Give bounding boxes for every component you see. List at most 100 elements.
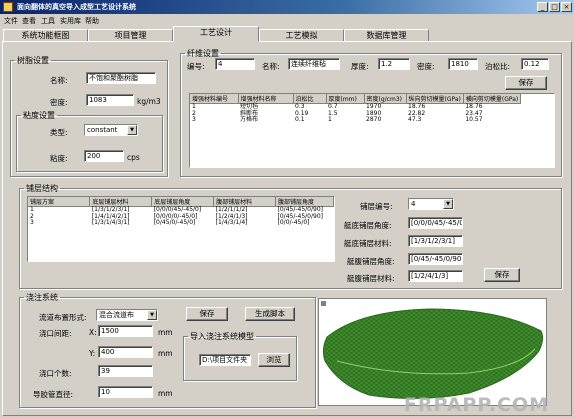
viewport-corner-marker (321, 301, 326, 306)
hull-mesh-graphic (321, 301, 544, 400)
title-bar: 面向翻体的真空导入成型工艺设计系统 _ □ × (0, 0, 574, 14)
table-cell: 1 (30, 206, 34, 213)
belly-angle-input[interactable]: [0/45/-45/0/90] (408, 253, 463, 265)
table-cell: [1/3/1/4/3/1] (91, 219, 130, 226)
ply-table-grid: 铺层方案 底层铺层材料 底层铺层角度 腹部铺层材料 腹部铺层角度 1 [1/3/1… (28, 197, 334, 227)
chevron-down-icon[interactable]: ▼ (443, 199, 453, 209)
bottom-material-label: 艇底铺层材料: (344, 239, 392, 248)
hull-shape (322, 308, 544, 400)
viscosity-label: 粘度: (50, 154, 68, 163)
fiber-density-input[interactable]: 1810 (448, 58, 478, 70)
fiber-id-label: 编号: (187, 62, 205, 71)
belly-angle-label: 艇腹铺层角度: (347, 257, 395, 266)
ply-id-value: 4 (411, 200, 416, 208)
tube-diameter-input[interactable]: 10 (98, 386, 153, 398)
fiber-table-grid: 增强材料编号 增强材料名称 泊松比 厚度(mm) 密度(g/cm3) 纵向剪切模… (190, 94, 522, 124)
viscosity-type-value: constant (87, 126, 118, 134)
menu-file[interactable]: 文件 (4, 16, 18, 26)
menu-bar: 文件 查看 工具 实用库 帮助 (0, 14, 574, 26)
resin-density-input[interactable]: 1083 (86, 94, 134, 106)
chevron-down-icon[interactable]: ▼ (147, 310, 157, 320)
fiber-id-input[interactable]: 4 (215, 58, 255, 70)
generate-script-button[interactable]: 生成脚本 (245, 307, 295, 321)
bottom-angle-label: 艇底铺层角度: (344, 221, 392, 230)
table-cell: 0.1 (295, 116, 305, 123)
resin-name-input[interactable]: 不饱和聚酯树脂 (86, 72, 156, 84)
fiber-thickness-label: 厚度: (351, 62, 369, 71)
gate-y-unit: mm (158, 349, 173, 358)
ply-id-select[interactable]: 4 ▼ (408, 198, 454, 210)
fiber-table: 增强材料编号 增强材料名称 泊松比 厚度(mm) 密度(g/cm3) 纵向剪切模… (189, 93, 555, 168)
gate-count-input[interactable]: 39 (98, 365, 153, 377)
viscosity-settings-legend: 粘度设置 (23, 111, 55, 120)
table-cell: 1 (192, 103, 196, 110)
channel-layout-label: 流道布置形式: (39, 313, 87, 322)
fiber-save-button[interactable]: 保存 (505, 76, 547, 90)
table-cell: [0/0/-45/0] (277, 219, 310, 226)
bottom-material-input[interactable]: [1/3/1/2/3/1] (408, 235, 463, 247)
ply-save-button[interactable]: 保存 (484, 268, 520, 282)
column-header[interactable]: 增强材料编号 (190, 94, 239, 104)
viscosity-type-select[interactable]: constant ▼ (84, 124, 138, 136)
channel-layout-select[interactable]: 混合流道布 ▼ (96, 309, 158, 321)
table-cell: 10.57 (465, 116, 483, 123)
fiber-name-label: 名称: (262, 62, 280, 71)
gate-spacing-label: 浇口间距: (39, 329, 72, 338)
viscosity-unit: cps (127, 153, 140, 162)
ply-structure-legend: 铺层结构 (26, 184, 58, 193)
gate-x-unit: mm (158, 328, 173, 337)
mesh-viewport[interactable] (318, 298, 547, 406)
app-icon (3, 2, 13, 12)
fiber-poisson-input[interactable]: 0.12 (521, 58, 549, 70)
flow-save-button[interactable]: 保存 (186, 307, 228, 321)
gate-x-label: X: (89, 328, 97, 337)
belly-material-label: 艇腹铺层材料: (347, 274, 395, 283)
channel-layout-value: 混合流道布 (99, 311, 134, 319)
table-cell: [1/4/3/1/4] (215, 219, 248, 226)
maximize-button[interactable]: □ (549, 2, 560, 12)
tube-diameter-unit: mm (158, 389, 173, 398)
bottom-angle-input[interactable]: [0/0/0/45/-45/0] (408, 217, 463, 229)
chevron-down-icon[interactable]: ▼ (127, 125, 137, 135)
browse-button[interactable]: 浏览 (258, 353, 290, 367)
resin-density-unit: kg/m3 (137, 97, 161, 106)
ply-table: 铺层方案 底层铺层材料 底层铺层角度 腹部铺层材料 腹部铺层角度 1 [1/3/1… (27, 196, 335, 262)
table-cell: 3 (192, 116, 196, 123)
resin-name-label: 名称: (50, 76, 68, 85)
table-cell: 方格布 (240, 116, 259, 123)
model-path-input[interactable]: D:\项目文件夹 (199, 354, 251, 366)
table-row[interactable]: 3 方格布 0.1 1 2870 47.3 10.57 (190, 116, 521, 124)
import-model-legend: 导入浇注系统模型 (190, 332, 254, 341)
menu-help[interactable]: 帮助 (85, 16, 99, 26)
fiber-name-input[interactable]: 连续纤维毡 (288, 58, 340, 70)
ply-id-label: 铺层编号: (360, 202, 393, 211)
minimize-button[interactable]: _ (537, 2, 548, 12)
table-cell: 2870 (366, 116, 382, 123)
watermark: FRPAPP.COM (403, 394, 549, 416)
gate-count-label: 浇口个数: (39, 369, 72, 378)
resin-density-label: 密度: (50, 98, 68, 107)
table-cell: 3 (30, 219, 34, 226)
gate-y-label: Y: (89, 349, 96, 358)
table-row[interactable]: 3 [1/3/1/4/3/1] [0/45/0/-45/0] [1/4/3/1/4] [… (28, 219, 334, 227)
tab-bar: 系统功能框图 项目管理 工艺设计 工艺模拟 数据库管理 (0, 26, 574, 42)
resin-settings-legend: 树脂设置 (17, 56, 49, 65)
tube-diameter-label: 导胶管直径: (33, 390, 74, 399)
belly-material-input[interactable]: [1/2/4/1/3] (408, 270, 463, 282)
close-button[interactable]: × (561, 2, 572, 12)
fiber-thickness-input[interactable]: 1.2 (378, 58, 410, 70)
window-title: 面向翻体的真空导入成型工艺设计系统 (17, 3, 136, 11)
gate-x-input[interactable]: 1500 (98, 325, 153, 337)
gate-y-input[interactable]: 400 (98, 346, 153, 358)
table-cell: 47.3 (408, 116, 422, 123)
viscosity-input[interactable]: 200 (84, 150, 124, 162)
menu-library[interactable]: 实用库 (60, 16, 81, 26)
table-cell: 1 (328, 116, 332, 123)
fiber-poisson-label: 泊松比: (485, 62, 511, 71)
column-header[interactable]: 铺层方案 (28, 197, 91, 207)
menu-view[interactable]: 查看 (22, 16, 36, 26)
flow-system-legend: 浇注系统 (26, 293, 58, 302)
tab-process-design[interactable]: 工艺设计 (173, 26, 259, 42)
table-cell: [0/45/0/-45/0] (153, 219, 196, 226)
menu-tools[interactable]: 工具 (41, 16, 55, 26)
